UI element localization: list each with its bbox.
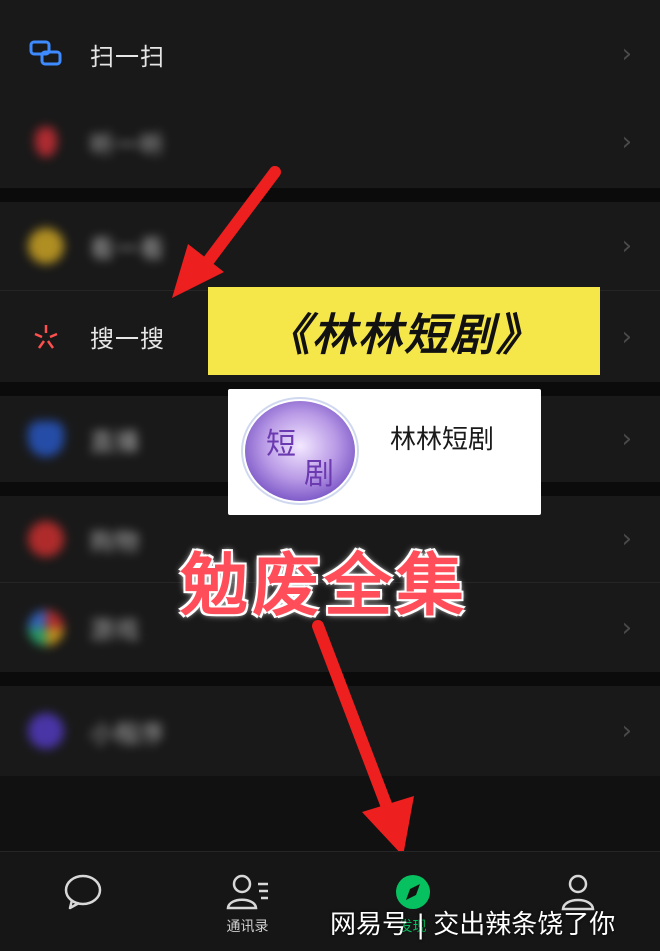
tab-contacts[interactable]: 通讯录 bbox=[165, 852, 330, 951]
promo-card: 短 剧 林林短剧 bbox=[228, 389, 541, 515]
source-watermark: 网易号 | 交出辣条饶了你 bbox=[330, 910, 616, 940]
tab-chats[interactable] bbox=[0, 852, 165, 951]
menu-item-label: 游戏 bbox=[90, 616, 140, 644]
tab-label: 通讯录 bbox=[226, 919, 269, 935]
promo-big-text: 勉废全集 bbox=[180, 547, 469, 626]
shop-icon bbox=[26, 519, 66, 559]
logo-text-top: 短 bbox=[266, 427, 296, 462]
chevron-right-icon: › bbox=[621, 231, 632, 261]
chat-bubble-icon bbox=[61, 870, 105, 914]
logo-text-bottom: 剧 bbox=[304, 457, 334, 492]
promo-banner: 《林林短剧》 bbox=[208, 287, 600, 375]
divider bbox=[0, 188, 660, 202]
menu-item-label: 搜一搜 bbox=[90, 325, 165, 353]
menu-item-label: 直播 bbox=[90, 427, 140, 456]
mini-program-icon bbox=[26, 711, 66, 751]
chevron-right-icon: › bbox=[621, 39, 632, 69]
short-drama-logo: 短 剧 bbox=[240, 397, 360, 505]
menu-item-mini-program[interactable]: 小程序 › bbox=[0, 686, 660, 776]
menu-item-label: 小程序 bbox=[90, 719, 165, 748]
promo-card-title: 林林短剧 bbox=[390, 425, 495, 455]
chevron-right-icon: › bbox=[621, 716, 632, 746]
promo-banner-text: 《林林短剧》 bbox=[266, 310, 542, 361]
menu-item-scan[interactable]: 扫一扫 › bbox=[0, 0, 660, 108]
chevron-right-icon: › bbox=[621, 321, 632, 352]
game-icon bbox=[26, 608, 66, 648]
chevron-right-icon: › bbox=[621, 424, 632, 454]
chevron-right-icon: › bbox=[621, 127, 632, 157]
live-icon bbox=[26, 419, 66, 459]
look-icon bbox=[26, 226, 66, 266]
menu-item-listen[interactable]: 听一听 › bbox=[0, 96, 660, 188]
chevron-right-icon: › bbox=[621, 524, 632, 554]
divider bbox=[0, 672, 660, 686]
menu-item-look[interactable]: 看一看 › bbox=[0, 202, 660, 290]
music-icon bbox=[26, 122, 66, 162]
menu-item-label: 扫一扫 bbox=[90, 42, 165, 71]
scan-icon bbox=[26, 34, 66, 74]
menu-item-label: 听一听 bbox=[90, 130, 165, 159]
contacts-icon bbox=[226, 870, 270, 914]
menu-item-label: 购物 bbox=[90, 527, 140, 556]
search-spark-icon bbox=[26, 317, 66, 357]
menu-item-label: 看一看 bbox=[90, 234, 165, 263]
chevron-right-icon: › bbox=[621, 612, 632, 643]
